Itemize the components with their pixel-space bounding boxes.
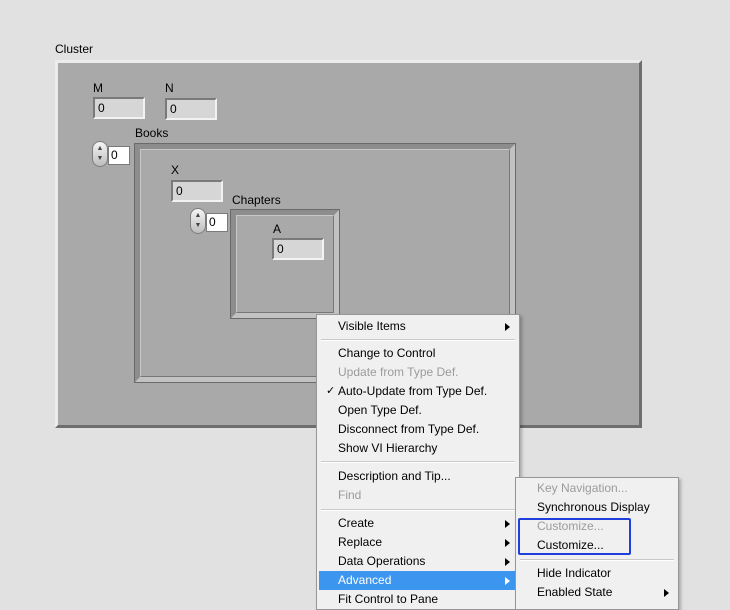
menu-item-disconnect-from-type-def[interactable]: Disconnect from Type Def. — [319, 420, 517, 439]
submenu-item-hide-indicator[interactable]: Hide Indicator — [518, 564, 676, 583]
menu-item-data-operations[interactable]: Data Operations — [319, 552, 517, 571]
menu-item-show-vi-hierarchy[interactable]: Show VI Hierarchy — [319, 439, 517, 458]
m-label: M — [93, 81, 103, 95]
menu-item-fit-control-to-pane[interactable]: Fit Control to Pane — [319, 590, 517, 609]
submenu-arrow-icon — [664, 589, 669, 597]
menu-item-description-and-tip[interactable]: Description and Tip... — [319, 467, 517, 486]
submenu-item-key-navigation: Key Navigation... — [537, 481, 628, 495]
a-indicator[interactable]: 0 — [272, 238, 324, 260]
menu-item-update-from-type-def: Update from Type Def. — [338, 365, 459, 379]
menu-item-visible-items[interactable]: Visible Items — [319, 317, 517, 336]
checkmark-icon: ✓ — [326, 385, 336, 397]
submenu-arrow-icon — [505, 323, 510, 331]
x-label: X — [171, 163, 180, 177]
highlight-box — [518, 518, 631, 555]
menu-item-auto-update-from-type-def[interactable]: ✓ Auto-Update from Type Def. — [319, 382, 517, 401]
submenu-arrow-icon — [505, 520, 510, 528]
menu-separator — [321, 509, 515, 511]
menu-item-change-to-control[interactable]: Change to Control — [319, 344, 517, 363]
menu-item-advanced[interactable]: Advanced — [319, 571, 517, 590]
submenu-item-synchronous-display[interactable]: Synchronous Display — [518, 498, 676, 517]
chapters-label: Chapters — [232, 193, 281, 207]
x-indicator[interactable]: 0 — [171, 180, 223, 202]
books-label: Books — [135, 126, 169, 140]
submenu-arrow-icon — [505, 539, 510, 547]
menu-separator — [321, 339, 515, 341]
chapters-array-frame — [230, 209, 340, 319]
submenu-arrow-icon — [505, 577, 510, 585]
menu-item-open-type-def[interactable]: Open Type Def. — [319, 401, 517, 420]
menu-separator — [321, 461, 515, 463]
menu-item-find: Find — [338, 488, 362, 502]
cluster-label: Cluster — [55, 42, 94, 56]
books-index-spinner[interactable]: ▲ ▼ — [92, 141, 108, 167]
menu-item-replace[interactable]: Replace — [319, 533, 517, 552]
submenu-arrow-icon — [505, 558, 510, 566]
submenu-item-enabled-state[interactable]: Enabled State — [518, 583, 676, 602]
m-indicator[interactable]: 0 — [93, 97, 145, 119]
n-indicator[interactable]: 0 — [165, 98, 217, 120]
n-label: N — [165, 81, 174, 95]
chapters-index-spinner[interactable]: ▲ ▼ — [190, 208, 206, 234]
chapters-index-value[interactable]: 0 — [206, 213, 228, 232]
menu-item-create[interactable]: Create — [319, 514, 517, 533]
books-index-value[interactable]: 0 — [108, 146, 130, 165]
a-label: A — [273, 222, 282, 236]
context-menu: Visible Items Change to Control Update f… — [316, 314, 520, 610]
menu-separator — [520, 559, 674, 561]
